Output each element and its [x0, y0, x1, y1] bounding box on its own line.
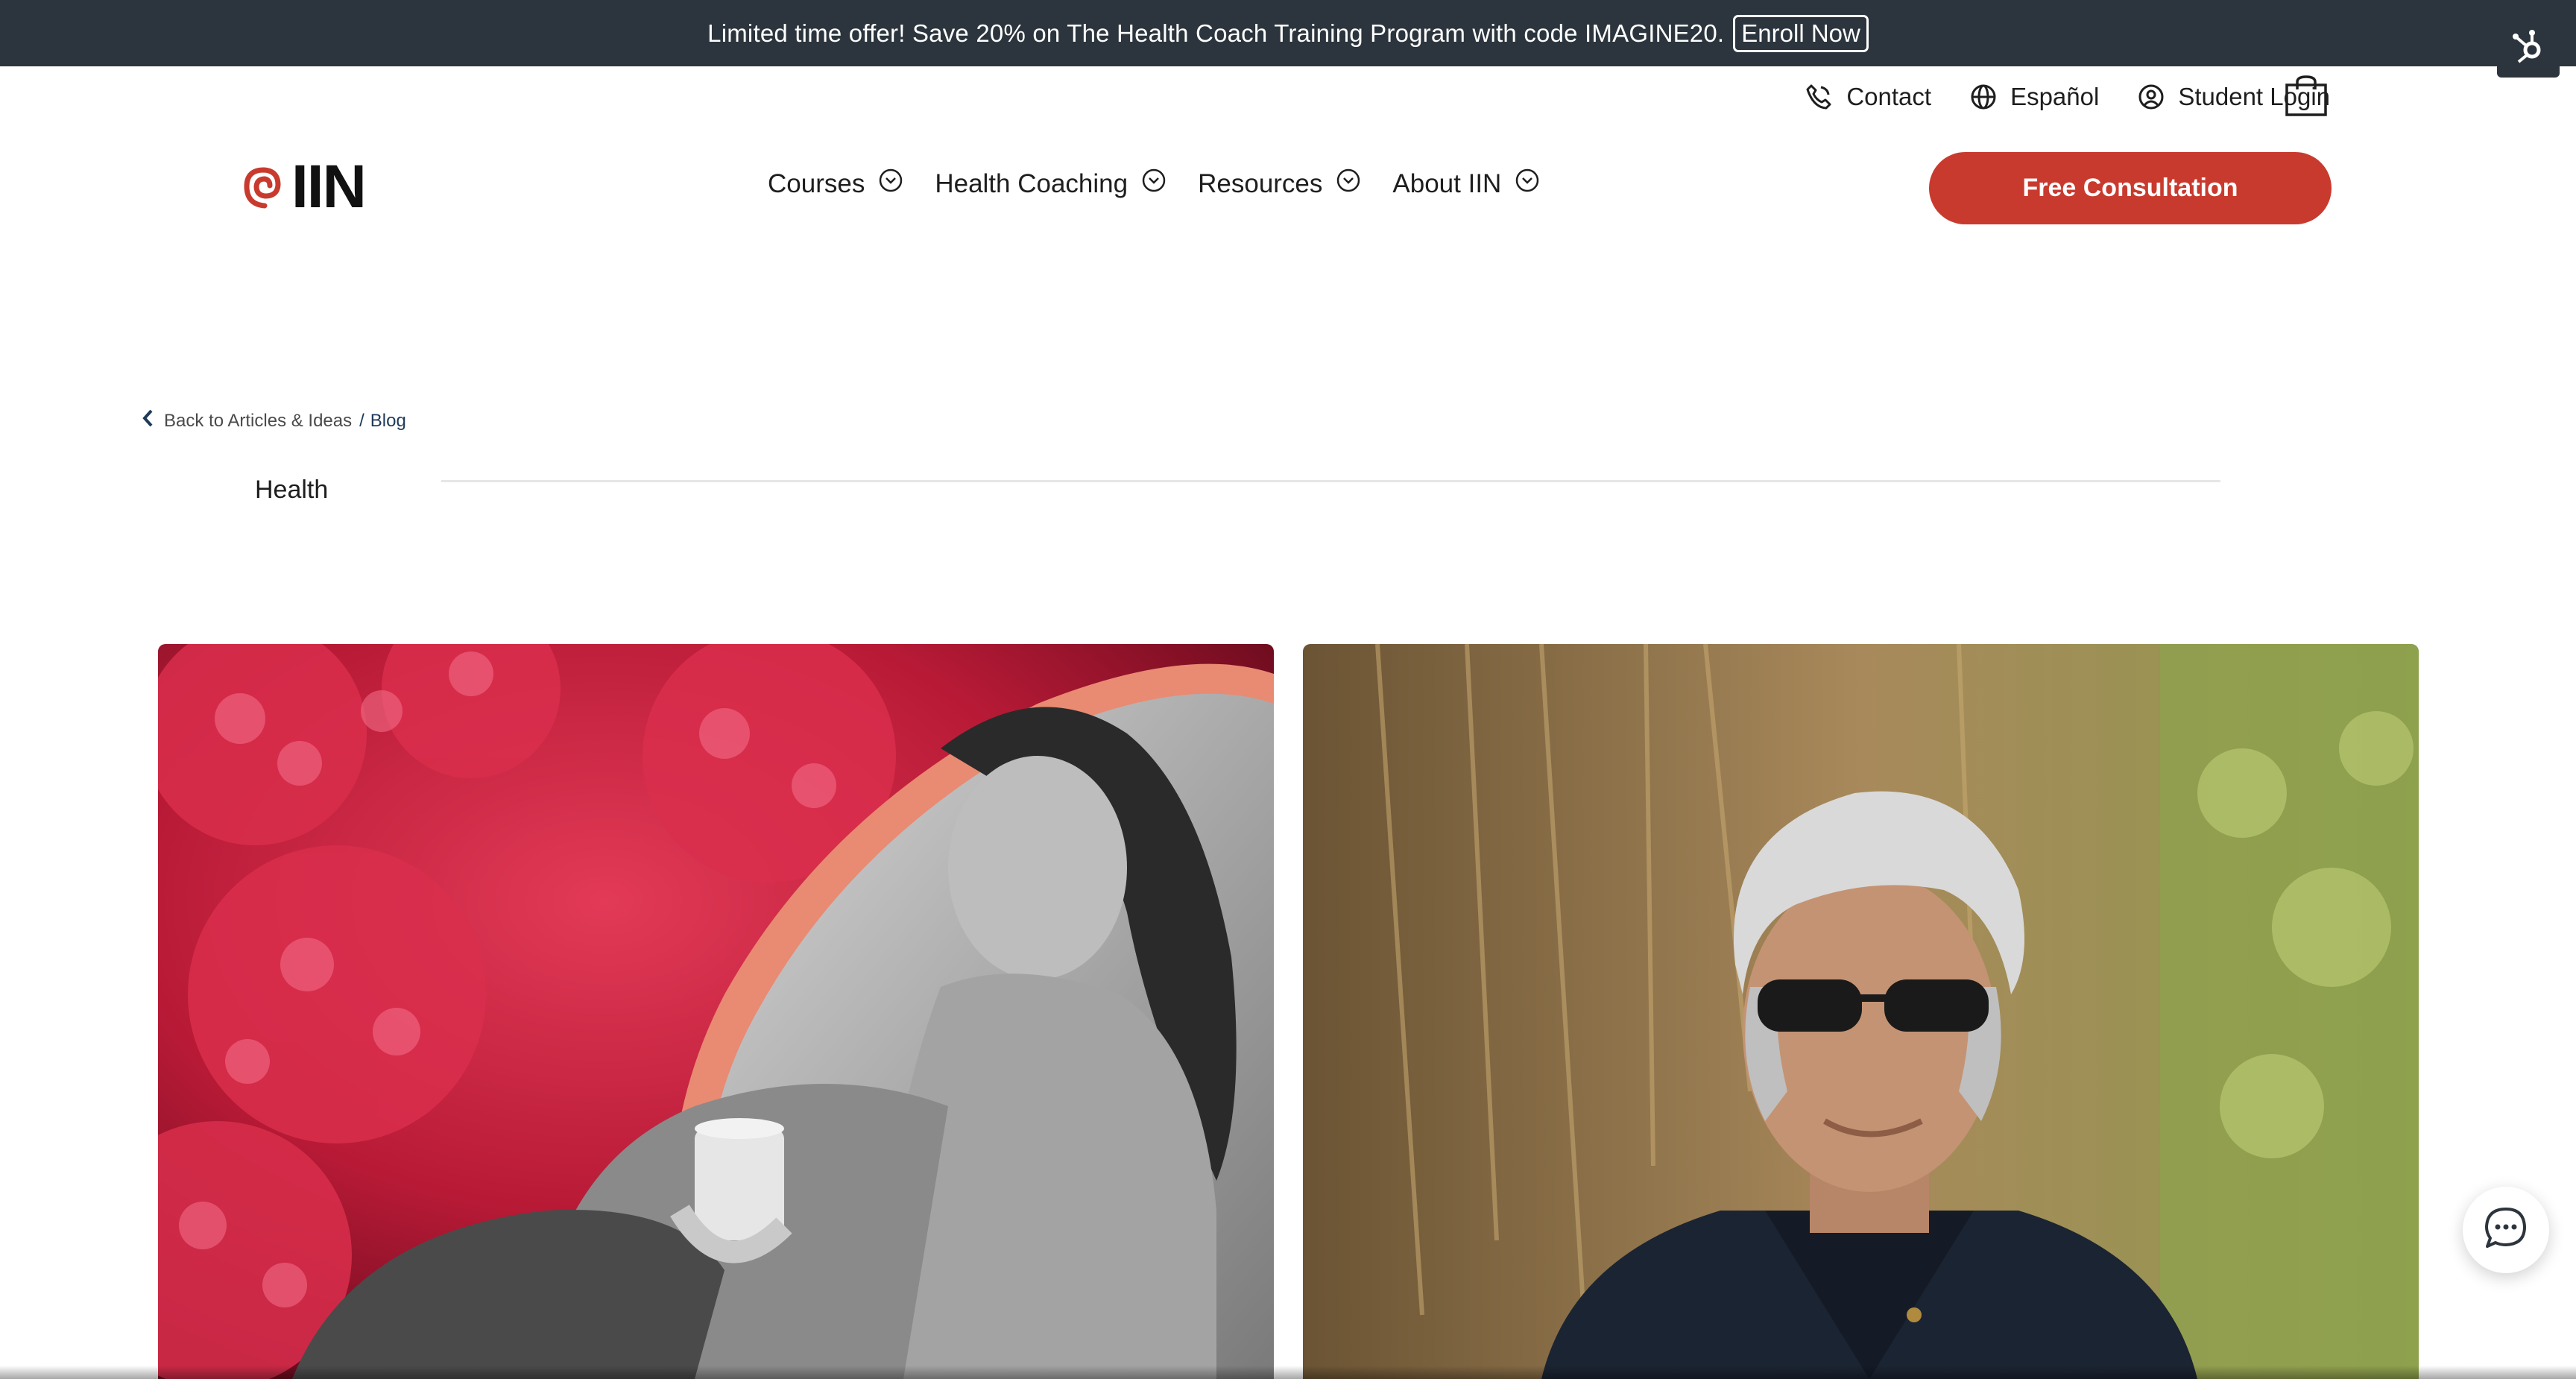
contact-link[interactable]: Contact	[1805, 83, 1931, 111]
nav-courses[interactable]: Courses	[768, 168, 903, 200]
nav-item-label: Courses	[768, 168, 865, 198]
spiral-logo-icon	[242, 161, 285, 214]
article-image-man-sunglasses	[1303, 644, 2419, 1379]
promo-text: Limited time offer! Save 20% on The Heal…	[707, 19, 1725, 47]
utility-nav: Contact Español Student Login	[1805, 78, 2330, 116]
shopping-bag-icon[interactable]	[2284, 75, 2329, 118]
article-image-woman-raspberries	[158, 644, 1274, 1379]
globe-icon	[1970, 83, 1997, 110]
nav-about-iin[interactable]: About IIN	[1392, 168, 1540, 200]
breadcrumb: Back to Articles & Ideas / Blog	[142, 408, 406, 433]
article-card[interactable]	[158, 644, 1274, 1379]
nav-health-coaching[interactable]: Health Coaching	[935, 168, 1167, 200]
chat-launcher-button[interactable]	[2463, 1187, 2549, 1273]
iin-logo[interactable]: IIN	[242, 153, 367, 221]
enroll-now-button[interactable]: Enroll Now	[1733, 14, 1869, 52]
contact-label: Contact	[1846, 83, 1932, 110]
language-link[interactable]: Español	[1970, 83, 2099, 111]
free-consultation-button[interactable]: Free Consultation	[1929, 152, 2332, 224]
article-card[interactable]	[1303, 644, 2419, 1379]
breadcrumb-separator: /	[359, 410, 364, 431]
user-circle-icon	[2138, 83, 2165, 110]
category-label: Health	[255, 476, 329, 504]
promo-banner: Limited time offer! Save 20% on The Heal…	[0, 0, 2576, 66]
nav-item-label: Resources	[1198, 168, 1323, 198]
main-nav: Courses Health Coaching Resources About …	[768, 168, 1540, 200]
nav-item-label: Health Coaching	[935, 168, 1128, 198]
divider	[441, 480, 2220, 482]
breadcrumb-blog-link[interactable]: Blog	[370, 411, 406, 432]
chat-bubble-icon	[2482, 1205, 2530, 1256]
back-to-articles-link[interactable]: Back to Articles & Ideas	[142, 408, 352, 433]
chevron-down-circle-icon	[878, 168, 903, 200]
chevron-down-circle-icon	[1336, 168, 1361, 200]
nav-resources[interactable]: Resources	[1198, 168, 1361, 200]
phone-icon	[1805, 83, 1833, 111]
nav-item-label: About IIN	[1392, 168, 1502, 198]
language-label: Español	[2010, 83, 2100, 110]
chevron-left-icon	[142, 408, 154, 433]
chevron-down-circle-icon	[1141, 168, 1167, 200]
chevron-down-circle-icon	[1515, 168, 1540, 200]
hubspot-icon[interactable]	[2497, 15, 2560, 78]
back-link-label: Back to Articles & Ideas	[164, 410, 353, 431]
logo-wordmark: IIN	[291, 153, 367, 221]
page-bottom-shadow	[0, 1366, 2576, 1379]
